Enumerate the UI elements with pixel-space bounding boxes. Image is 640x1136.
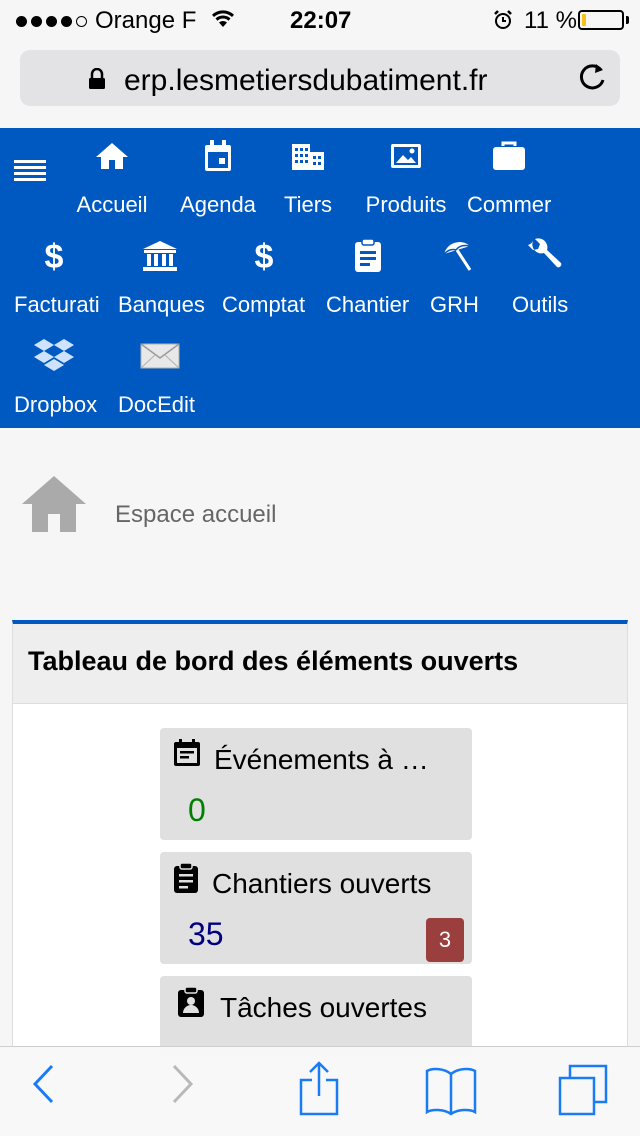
dashboard-title: Tableau de bord des éléments ouverts (28, 646, 519, 676)
battery-percent: 11 % (524, 7, 577, 34)
card-taches[interactable]: Tâches ouvertes (160, 976, 472, 1056)
clipboard-icon (172, 862, 200, 899)
nav-item-agenda[interactable]: Agenda (168, 136, 268, 226)
nav-item-accueil[interactable]: Accueil (62, 136, 162, 226)
forward-icon[interactable] (170, 1062, 196, 1111)
battery-tip (626, 16, 629, 24)
nav-label: Accueil (76, 192, 148, 217)
nav-label: Comptat (222, 292, 306, 317)
reload-icon[interactable] (576, 60, 608, 99)
nav-label: Produits (365, 192, 447, 217)
dropbox-icon (0, 336, 108, 376)
signal-dot (76, 15, 87, 27)
carrier-name: Orange F (95, 7, 197, 34)
calendar-icon (168, 136, 268, 176)
wrench-icon (496, 236, 592, 276)
page-title: Espace accueil (115, 501, 277, 528)
svg-text:$: $ (45, 238, 64, 274)
nav-item-chantier[interactable]: Chantier (316, 236, 420, 326)
nav-label: Agenda (180, 192, 256, 217)
nav-label: Outils (512, 292, 569, 317)
nav-label: Chantier (326, 292, 410, 317)
tabs-icon[interactable] (558, 1064, 608, 1121)
share-icon[interactable] (298, 1060, 340, 1121)
card-chantiers[interactable]: Chantiers ouverts 35 3 (160, 852, 472, 964)
nav-item-outils[interactable]: Outils (496, 236, 592, 326)
nav-item-produits[interactable]: Produits (350, 136, 462, 226)
alarm-icon (492, 9, 514, 38)
card-value[interactable]: 35 (188, 916, 224, 953)
carrier: Orange F (16, 7, 236, 35)
home-icon (20, 474, 88, 539)
nav-item-banques[interactable]: Banques (108, 236, 212, 326)
nav-label: Facturati (14, 292, 100, 317)
nav-item-facturation[interactable]: $ Facturati (0, 236, 108, 326)
clipboard-icon (316, 236, 420, 276)
back-icon[interactable] (30, 1062, 56, 1111)
status-bar: Orange F 22:07 11 % (0, 0, 640, 40)
beach-umbrella-icon (420, 236, 496, 276)
lock-icon (88, 67, 106, 95)
calendar-event-icon (172, 738, 202, 773)
clock: 22:07 (290, 7, 352, 34)
late-badge[interactable]: 3 (426, 918, 464, 962)
dollar-icon: $ (0, 236, 108, 276)
battery-icon (578, 10, 624, 30)
card-evenements[interactable]: Événements à … 0 (160, 728, 472, 840)
svg-text:$: $ (255, 238, 274, 274)
nav-item-comptabilite[interactable]: $ Comptat (212, 236, 316, 326)
battery-level (582, 14, 586, 26)
briefcase-icon (462, 136, 556, 176)
bank-icon (108, 236, 212, 276)
card-label: Tâches ouvertes (220, 992, 427, 1023)
signal-dot (16, 15, 27, 27)
nav-label: GRH (430, 292, 479, 317)
image-icon (350, 136, 462, 176)
signal-dot (61, 15, 72, 27)
dollar-icon: $ (212, 236, 316, 276)
nav-item-grh[interactable]: GRH (420, 236, 496, 326)
nav-item-dropbox[interactable]: Dropbox (0, 336, 108, 426)
nav-item-commercial[interactable]: Commer (462, 136, 556, 226)
url-text[interactable]: erp.lesmetiersdubatiment.fr (124, 64, 488, 98)
nav-label: Commer (467, 192, 552, 217)
nav-label: Tiers (283, 192, 333, 217)
nav-item-tiers[interactable]: Tiers (258, 136, 358, 226)
home-icon (62, 136, 162, 176)
task-icon (176, 986, 206, 1023)
wifi-icon (210, 7, 236, 35)
card-label: Événements à … (214, 744, 429, 775)
card-value[interactable]: 0 (188, 792, 206, 829)
menu-toggle-icon[interactable] (14, 160, 46, 184)
nav-item-docedit[interactable]: DocEdit (108, 336, 212, 426)
nav-label: Dropbox (14, 392, 98, 417)
bookmarks-icon[interactable] (424, 1066, 478, 1121)
signal-dot (46, 15, 57, 27)
signal-dot (31, 15, 42, 27)
building-icon (258, 136, 358, 176)
nav-label: Banques (118, 292, 205, 317)
envelope-icon (108, 336, 212, 376)
card-label: Chantiers ouverts (212, 868, 432, 899)
nav-label: DocEdit (118, 392, 196, 417)
